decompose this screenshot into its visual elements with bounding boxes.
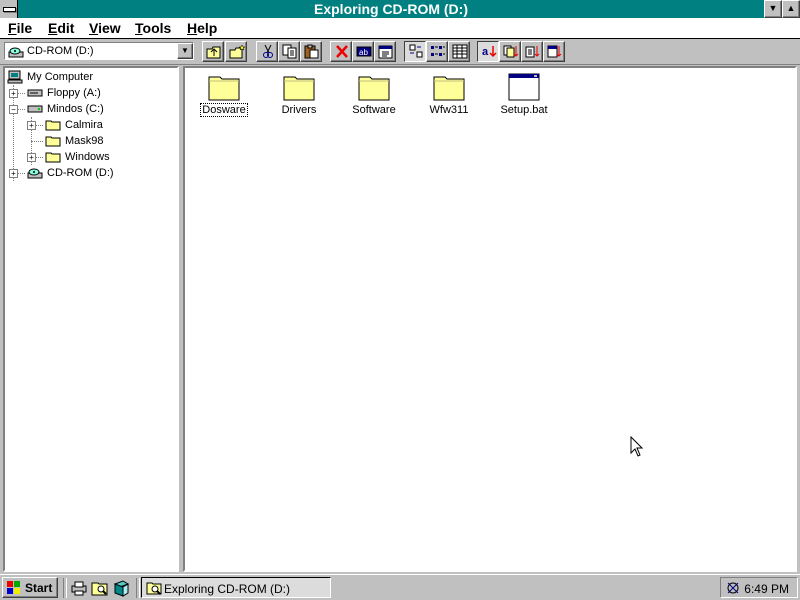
explorer-icon: [146, 582, 162, 595]
sort-type-icon: [503, 45, 519, 58]
folder-icon: [283, 76, 315, 101]
menu-file[interactable]: File: [8, 20, 32, 36]
clock[interactable]: 6:49 PM: [744, 582, 789, 596]
file-item-dosware[interactable]: Dosware: [189, 72, 259, 122]
menu-tools[interactable]: Tools: [135, 20, 171, 36]
new-folder-icon: [229, 44, 245, 59]
windows-logo-icon: [7, 581, 20, 594]
batch-file-icon: [508, 73, 540, 101]
file-item-wfw311[interactable]: Wfw311: [414, 72, 484, 122]
toolbar: CD-ROM (D:) ▼ ab a: [0, 39, 800, 65]
computer-icon: [7, 70, 23, 84]
floppy-drive-icon: [27, 89, 43, 97]
sort-by-date-button[interactable]: [543, 41, 565, 62]
collapse-minus-icon[interactable]: −: [9, 105, 18, 114]
scissors-icon: [263, 44, 273, 58]
title-bar[interactable]: Exploring CD-ROM (D:) ▼ ▲: [0, 0, 800, 18]
folder-icon: [433, 76, 465, 101]
window-title: Exploring CD-ROM (D:): [314, 1, 468, 17]
small-icons-button[interactable]: [426, 41, 448, 62]
file-item-drivers[interactable]: Drivers: [264, 72, 334, 122]
folder-icon: [45, 136, 61, 147]
folder-icon: [208, 76, 240, 101]
drive-select[interactable]: CD-ROM (D:) ▼: [4, 42, 194, 60]
cd-drive-icon: [8, 47, 24, 58]
cut-button[interactable]: [256, 41, 278, 62]
taskbar: Start Exploring CD-ROM (D:) 6:49 PM: [0, 574, 800, 600]
paste-icon: [304, 44, 319, 59]
sort-by-size-button[interactable]: [521, 41, 543, 62]
sort-date-icon: [547, 45, 562, 58]
tree-connector: [13, 85, 14, 181]
menu-bar: File Edit View Tools Help: [0, 18, 800, 39]
printer-icon[interactable]: [70, 579, 88, 597]
sort-by-type-button[interactable]: [499, 41, 521, 62]
rename-button[interactable]: ab: [352, 41, 374, 62]
folder-icon: [358, 76, 390, 101]
expand-plus-icon[interactable]: +: [9, 169, 18, 178]
expand-plus-icon[interactable]: +: [9, 89, 18, 98]
copy-icon: [282, 44, 297, 59]
expand-plus-icon[interactable]: +: [27, 153, 36, 162]
menu-help[interactable]: Help: [187, 20, 217, 36]
file-item-setup-bat[interactable]: Setup.bat: [489, 72, 559, 122]
details-view-icon: [452, 44, 468, 59]
properties-icon: [378, 45, 393, 59]
mouse-cursor-icon: [630, 436, 644, 457]
up-folder-icon: [206, 46, 221, 59]
up-one-level-button[interactable]: [202, 41, 224, 62]
dropdown-arrow-icon[interactable]: ▼: [177, 43, 193, 59]
task-button-exploring[interactable]: Exploring CD-ROM (D:): [141, 577, 331, 598]
large-icons-button[interactable]: [404, 41, 426, 62]
tray-network-icon[interactable]: [725, 580, 741, 596]
map-network-drive-button[interactable]: [225, 41, 247, 62]
large-icons-view-icon: [409, 44, 423, 58]
file-list[interactable]: Dosware Drivers Software Wfw311 Setup.ba…: [183, 66, 797, 572]
folder-icon: [45, 152, 61, 163]
file-item-software[interactable]: Software: [339, 72, 409, 122]
rename-icon: ab: [356, 46, 372, 57]
system-menu-button[interactable]: [0, 0, 18, 18]
svg-text:ab: ab: [359, 48, 368, 57]
minimize-button[interactable]: ▼: [764, 0, 782, 18]
menu-edit[interactable]: Edit: [48, 20, 74, 36]
document-icon[interactable]: [112, 579, 130, 597]
sort-size-icon: [525, 46, 540, 58]
properties-button[interactable]: [374, 41, 396, 62]
delete-x-icon: [336, 45, 348, 58]
tree-connector: [31, 141, 43, 142]
hard-drive-icon: [27, 105, 43, 113]
details-button[interactable]: [448, 41, 470, 62]
small-icons-view-icon: [431, 46, 445, 56]
expand-plus-icon[interactable]: +: [27, 121, 36, 130]
folder-tree[interactable]: My Computer + Floppy (A:) − Mindos (C:) …: [3, 66, 179, 572]
sort-by-name-button[interactable]: a: [477, 41, 499, 62]
folder-icon: [45, 120, 61, 131]
sort-name-icon: a: [482, 46, 497, 58]
start-button[interactable]: Start: [2, 577, 58, 598]
paste-button[interactable]: [300, 41, 322, 62]
maximize-button[interactable]: ▲: [782, 0, 800, 18]
taskbar-separator: [136, 578, 140, 598]
taskbar-separator: [63, 578, 67, 598]
cd-drive-icon: [27, 168, 43, 179]
copy-button[interactable]: [278, 41, 300, 62]
menu-view[interactable]: View: [89, 20, 121, 36]
explorer-icon[interactable]: [91, 579, 109, 597]
system-tray: 6:49 PM: [720, 577, 798, 598]
svg-text:a: a: [482, 46, 489, 58]
delete-button[interactable]: [330, 41, 352, 62]
